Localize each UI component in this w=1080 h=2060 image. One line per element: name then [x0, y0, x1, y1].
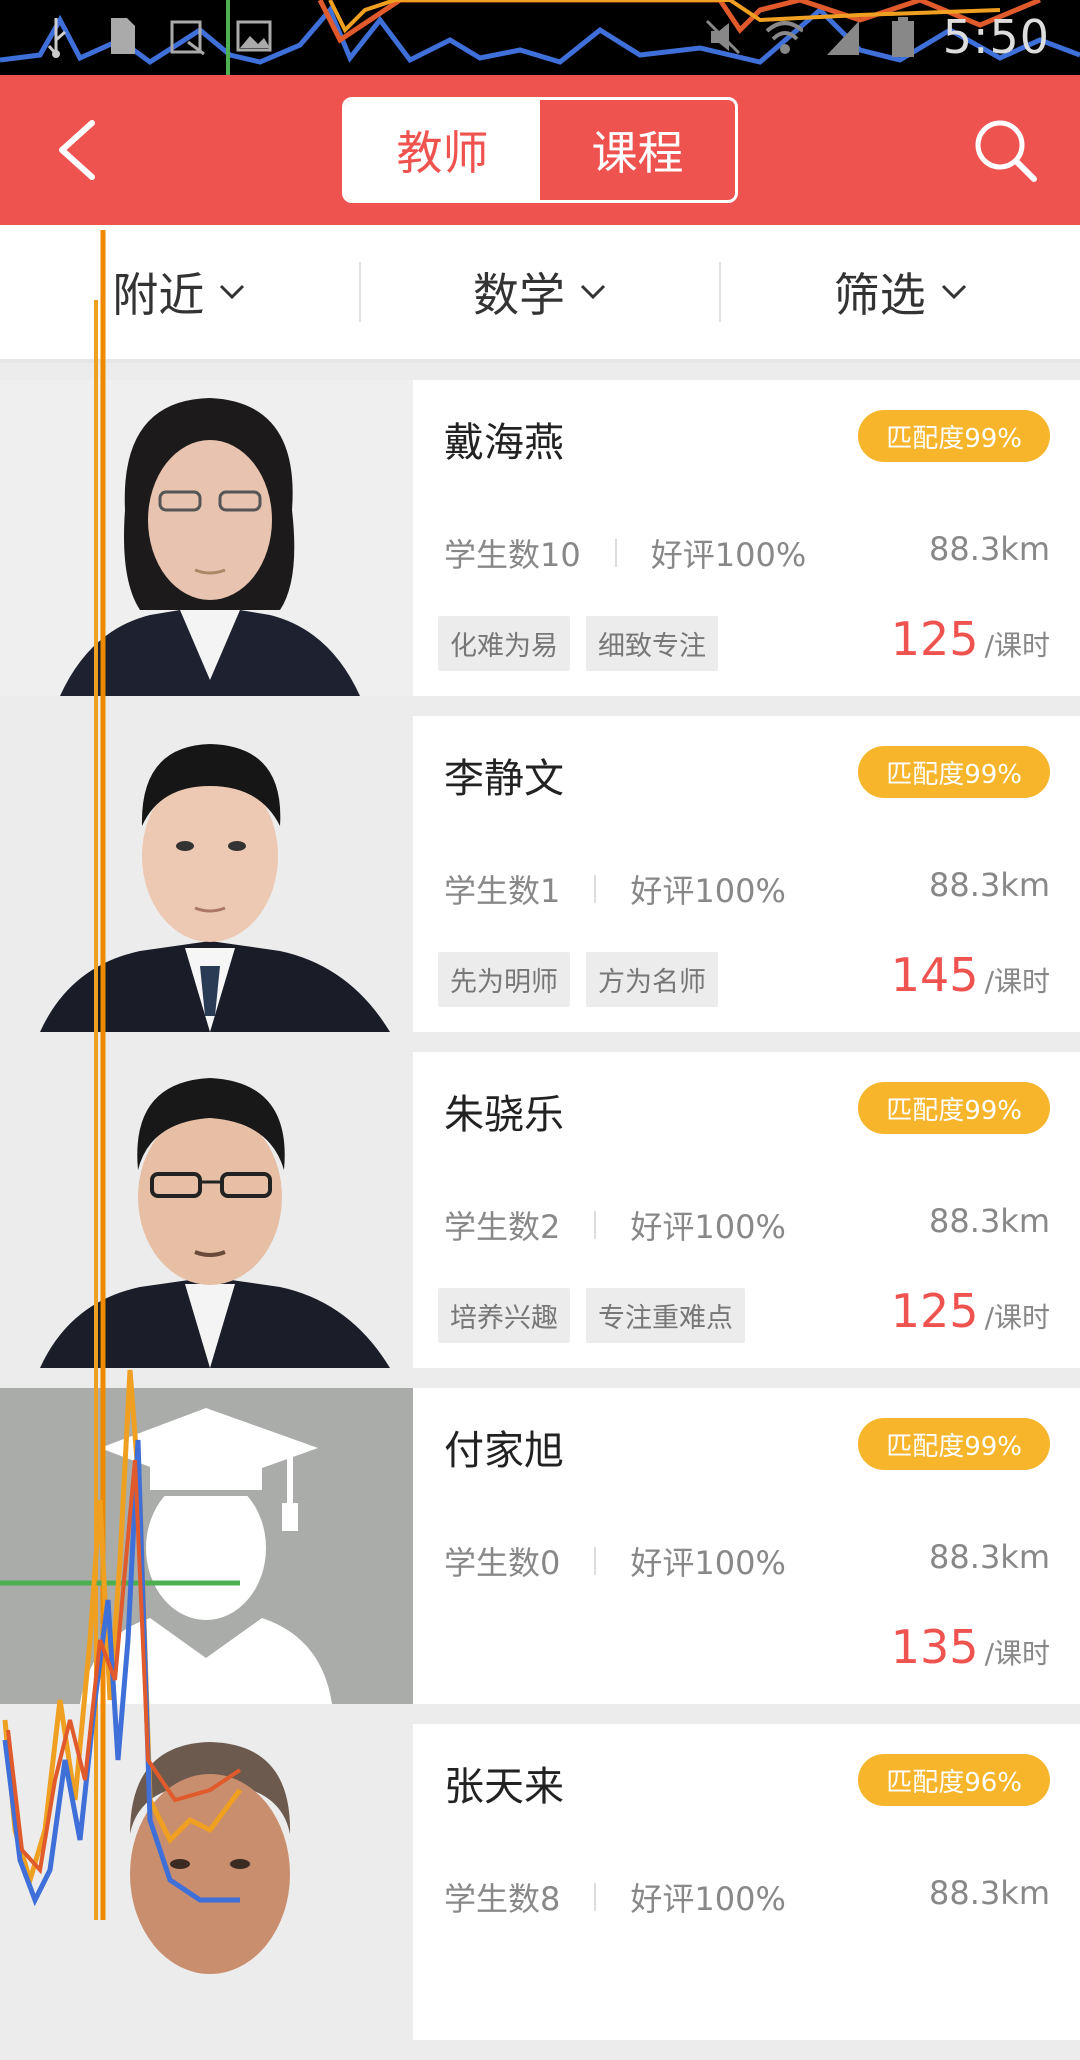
chevron-down-icon — [220, 284, 245, 300]
price: 125 /课时 — [891, 1284, 1050, 1338]
teacher-card[interactable]: 朱骁乐 匹配度99% 学生数2 好评100% 88.3km 培养兴趣 专注重难点… — [0, 1052, 1080, 1368]
tag-list: 培养兴趣 专注重难点 — [438, 1288, 745, 1343]
teacher-photo — [0, 1052, 413, 1368]
teacher-stats: 学生数0 好评100% — [444, 1538, 786, 1584]
student-count: 学生数8 — [444, 1880, 561, 1918]
tab-course[interactable]: 课程 — [540, 100, 735, 200]
filter-subject[interactable]: 数学 — [358, 262, 720, 322]
filter-subject-label: 数学 — [473, 268, 565, 322]
divider — [614, 539, 617, 567]
signal-icon — [823, 15, 863, 59]
screenshot-icon — [168, 14, 208, 58]
price: 135 /课时 — [891, 1620, 1050, 1674]
price-unit: /课时 — [984, 629, 1050, 662]
teacher-photo — [0, 1724, 413, 2040]
filter-nearby[interactable]: 附近 — [0, 262, 359, 322]
filter-bar: 附近 数学 筛选 — [0, 225, 1080, 363]
tab-teacher[interactable]: 教师 — [345, 100, 540, 200]
distance: 88.3km — [929, 1538, 1050, 1576]
teacher-name: 戴海燕 — [444, 420, 564, 466]
rating: 好评100% — [630, 1544, 786, 1582]
chevron-down-icon — [941, 284, 966, 300]
chevron-down-icon — [580, 284, 606, 300]
search-icon — [975, 120, 1037, 182]
price-value: 125 — [890, 1284, 979, 1338]
student-count: 学生数1 — [444, 872, 561, 910]
default-avatar-icon — [0, 1388, 413, 1704]
divider — [594, 1547, 597, 1575]
tag-list: 先为明师 方为名师 — [438, 952, 718, 1007]
teacher-stats: 学生数8 好评100% — [444, 1874, 786, 1920]
filter-nearby-label: 附近 — [112, 268, 205, 322]
tag: 先为明师 — [438, 952, 570, 1007]
distance: 88.3km — [929, 1874, 1050, 1912]
teacher-card[interactable]: 戴海燕 匹配度99% 学生数10 好评100% 88.3km 化难为易 细致专注… — [0, 380, 1080, 696]
match-badge: 匹配度99% — [858, 1418, 1050, 1470]
status-time: 5:50 — [942, 10, 1050, 64]
tag: 专注重难点 — [586, 1288, 745, 1343]
match-badge: 匹配度99% — [858, 746, 1050, 798]
teacher-name: 张天来 — [444, 1764, 564, 1810]
distance: 88.3km — [929, 1202, 1050, 1240]
tag: 细致专注 — [586, 616, 718, 671]
teacher-card[interactable]: 付家旭 匹配度99% 学生数0 好评100% 88.3km 135 /课时 — [0, 1388, 1080, 1704]
rating: 好评100% — [650, 536, 807, 574]
rating: 好评100% — [630, 1880, 786, 1918]
distance: 88.3km — [929, 530, 1050, 568]
filter-more[interactable]: 筛选 — [719, 262, 1080, 322]
price-unit: /课时 — [984, 965, 1050, 998]
teacher-stats: 学生数2 好评100% — [444, 1202, 786, 1248]
teacher-photo — [0, 380, 413, 696]
teacher-card[interactable]: 张天来 匹配度96% 学生数8 好评100% 88.3km — [0, 1724, 1080, 2040]
student-count: 学生数0 — [444, 1544, 561, 1582]
status-bar: 5:50 — [0, 0, 1080, 75]
teacher-name: 李静文 — [444, 756, 564, 802]
search-button[interactable] — [970, 115, 1040, 185]
teacher-photo — [0, 716, 413, 1032]
teacher-list: 戴海燕 匹配度99% 学生数10 好评100% 88.3km 化难为易 细致专注… — [0, 380, 1080, 2060]
app-header: 教师 课程 — [0, 75, 1080, 225]
wifi-icon — [763, 15, 803, 59]
sim-icon — [102, 14, 142, 58]
price: 125 /课时 — [891, 612, 1050, 666]
match-badge: 匹配度96% — [858, 1754, 1050, 1806]
rating: 好评100% — [630, 872, 786, 910]
mute-icon — [703, 15, 743, 59]
student-count: 学生数2 — [444, 1208, 561, 1246]
teacher-name: 朱骁乐 — [444, 1092, 564, 1138]
filter-more-label: 筛选 — [833, 268, 926, 322]
price-unit: /课时 — [984, 1637, 1050, 1670]
price-value: 125 — [890, 612, 979, 666]
match-badge: 匹配度99% — [858, 410, 1050, 462]
teacher-card[interactable]: 李静文 匹配度99% 学生数1 好评100% 88.3km 先为明师 方为名师 … — [0, 716, 1080, 1032]
price: 145 /课时 — [891, 948, 1050, 1002]
tag-list: 化难为易 细致专注 — [438, 616, 718, 671]
teacher-photo — [0, 1388, 413, 1704]
divider — [594, 1211, 597, 1239]
divider — [594, 875, 597, 903]
segmented-control: 教师 课程 — [342, 97, 738, 203]
teacher-stats: 学生数10 好评100% — [444, 530, 806, 576]
usb-icon — [36, 14, 76, 58]
tag: 培养兴趣 — [438, 1288, 570, 1343]
battery-icon — [883, 15, 923, 59]
match-badge: 匹配度99% — [858, 1082, 1050, 1134]
chevron-left-icon — [59, 120, 95, 180]
student-count: 学生数10 — [444, 536, 581, 574]
divider — [594, 1883, 597, 1911]
teacher-name: 付家旭 — [444, 1428, 564, 1474]
teacher-stats: 学生数1 好评100% — [444, 866, 786, 912]
price-value: 145 — [890, 948, 979, 1002]
tag: 方为名师 — [586, 952, 718, 1007]
tag: 化难为易 — [438, 616, 570, 671]
rating: 好评100% — [630, 1208, 786, 1246]
price-unit: /课时 — [984, 1301, 1050, 1334]
price-value: 135 — [890, 1620, 979, 1674]
back-button[interactable] — [50, 115, 110, 185]
image-icon — [234, 14, 274, 58]
distance: 88.3km — [929, 866, 1050, 904]
